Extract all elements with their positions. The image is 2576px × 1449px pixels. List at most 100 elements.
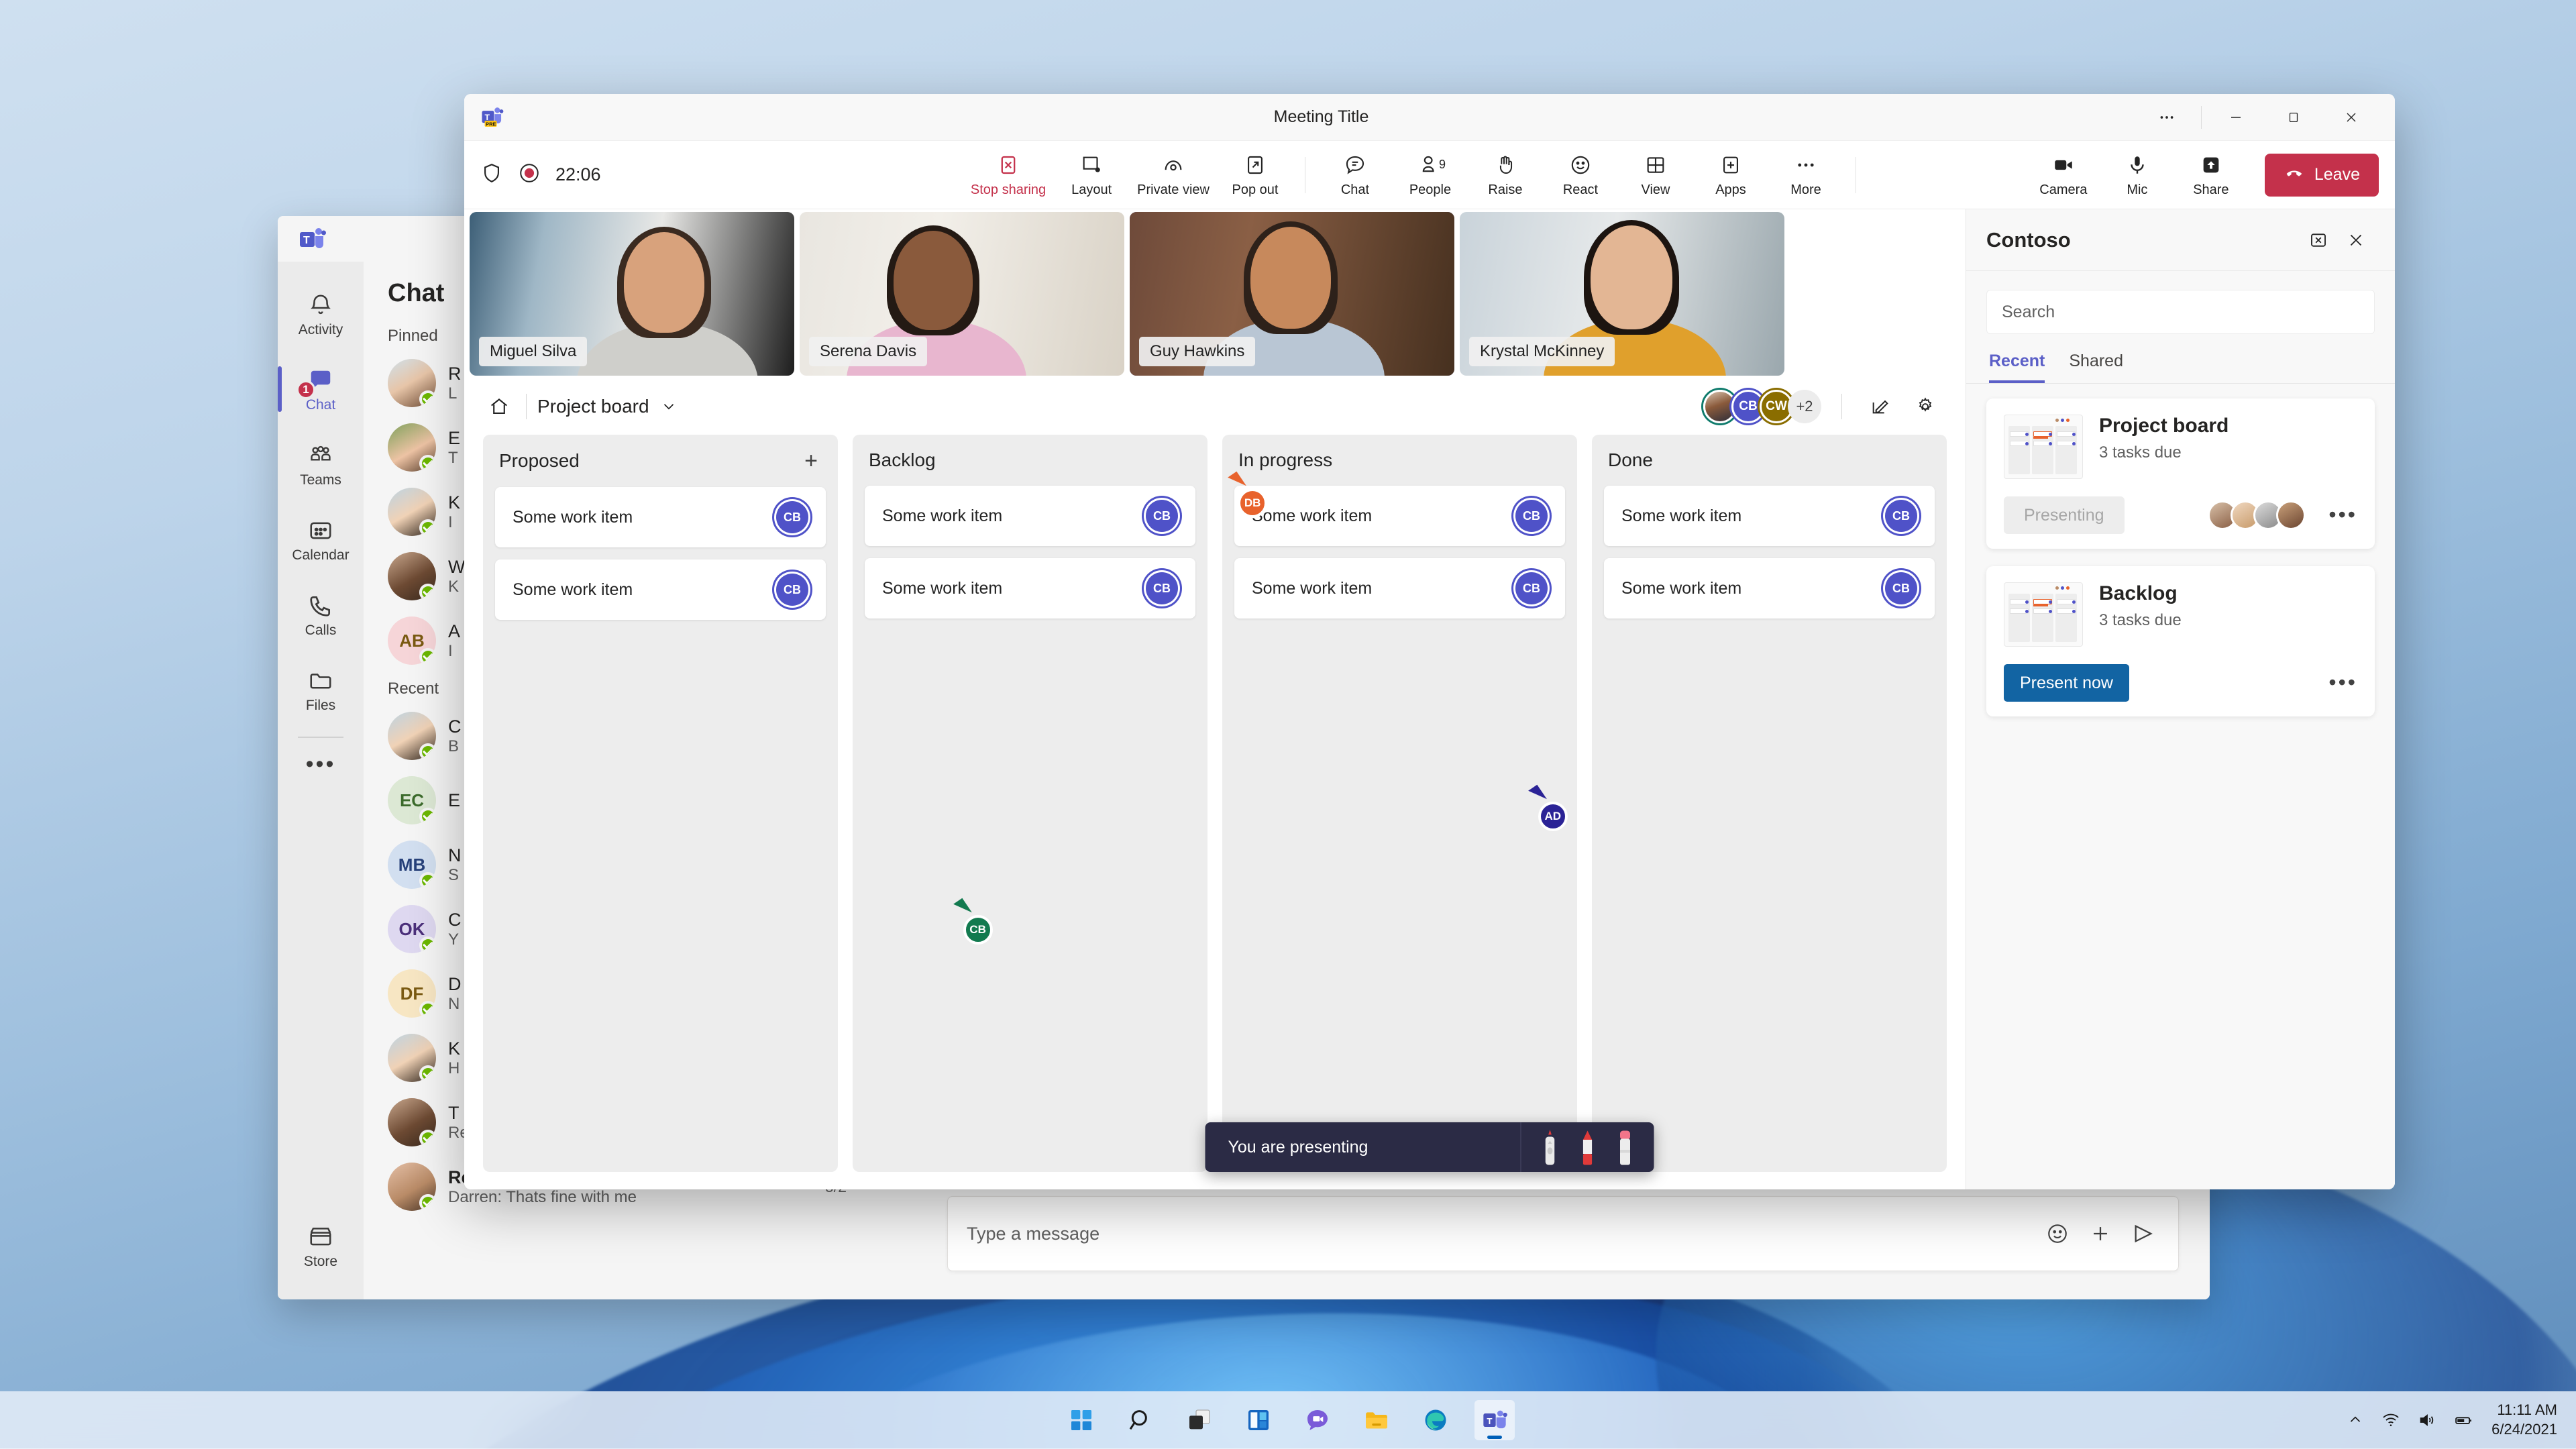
message-input-placeholder[interactable]: Type a message: [967, 1224, 2031, 1244]
chevron-down-icon[interactable]: [660, 398, 678, 415]
work-item-card[interactable]: Some work item CB: [495, 559, 826, 620]
emoji-icon[interactable]: [2041, 1218, 2074, 1250]
start-icon[interactable]: [1061, 1400, 1102, 1440]
sidebar-item-chat[interactable]: 1 Chat: [278, 352, 364, 427]
video-tile[interactable]: Krystal McKinney: [1460, 212, 1784, 376]
layout-button[interactable]: Layout: [1057, 146, 1126, 204]
presenting-status-button[interactable]: Presenting: [2004, 496, 2125, 534]
work-item-card[interactable]: Some work item CB: [1604, 558, 1935, 619]
app-side-panel[interactable]: Contoso Search Recent Shared Project boa…: [1966, 209, 2395, 1189]
sidebar-item-files[interactable]: Files: [278, 652, 364, 727]
collaborator-avatars[interactable]: CB CW +2: [1703, 390, 1821, 423]
add-card-icon[interactable]: +: [799, 449, 823, 472]
avatar[interactable]: [2276, 500, 2306, 530]
app-card[interactable]: Project board 3 tasks due Presenting •••: [1986, 398, 2375, 549]
stop-sharing-button[interactable]: Stop sharing: [965, 146, 1051, 204]
side-panel-tabs[interactable]: Recent Shared: [1966, 334, 2395, 383]
sidebar-item-activity[interactable]: Activity: [278, 276, 364, 352]
add-attachment-icon[interactable]: [2084, 1218, 2116, 1250]
chevron-up-icon[interactable]: [2347, 1411, 2364, 1429]
taskbar-icons[interactable]: T: [1061, 1400, 1515, 1440]
work-item-card[interactable]: Some work item CB: [495, 487, 826, 547]
leave-button[interactable]: Leave: [2264, 153, 2379, 197]
close-icon[interactable]: [2322, 98, 2380, 137]
tab-recent[interactable]: Recent: [1989, 352, 2045, 383]
work-item-card[interactable]: Some work item CB: [865, 558, 1195, 619]
kanban-column[interactable]: Backlog Some work item CB Some work item CB: [853, 435, 1208, 1172]
highlighter-tool[interactable]: [1615, 1130, 1635, 1165]
widgets-icon[interactable]: [1238, 1400, 1279, 1440]
presenting-toolbar[interactable]: You are presenting: [1205, 1122, 1654, 1172]
ink-tools[interactable]: [1520, 1122, 1654, 1172]
sidebar-item-calls[interactable]: Calls: [278, 577, 364, 652]
kanban-column[interactable]: Proposed + Some work item CB Some work item C…: [483, 435, 838, 1172]
teams-icon[interactable]: T: [1474, 1400, 1515, 1440]
camera-button[interactable]: Camera: [2029, 146, 2098, 204]
avatar[interactable]: CB: [1146, 572, 1178, 604]
apps-button[interactable]: Apps: [1696, 146, 1766, 204]
avatar[interactable]: CB: [1885, 500, 1917, 532]
video-tile-strip[interactable]: Miguel Silva Serena Davis Guy Hawkins Kryst…: [464, 209, 1966, 378]
share-edit-icon[interactable]: [1862, 389, 1897, 424]
pop-out-button[interactable]: Pop out: [1220, 146, 1290, 204]
app-rail[interactable]: Activity 1 Chat Teams Calendar Calls Fil…: [278, 262, 364, 1299]
mic-button[interactable]: Mic: [2102, 146, 2172, 204]
avatar-overflow-count[interactable]: +2: [1788, 390, 1821, 423]
laser-pointer-tool[interactable]: [1540, 1130, 1560, 1165]
avatar[interactable]: CB: [1515, 500, 1548, 532]
side-panel-cards[interactable]: Project board 3 tasks due Presenting ••• Bac…: [1966, 384, 2395, 716]
view-button[interactable]: View: [1621, 146, 1690, 204]
video-tile[interactable]: Miguel Silva: [470, 212, 794, 376]
minimize-icon[interactable]: [2207, 98, 2265, 137]
task-view-icon[interactable]: [1179, 1400, 1220, 1440]
raise-hand-button[interactable]: Raise: [1470, 146, 1540, 204]
avatar[interactable]: CB: [1885, 572, 1917, 604]
wifi-icon[interactable]: [2381, 1411, 2400, 1430]
message-compose-box[interactable]: Type a message: [947, 1196, 2179, 1271]
app-card[interactable]: Backlog 3 tasks due Present now •••: [1986, 566, 2375, 716]
battery-icon[interactable]: [2454, 1410, 2474, 1430]
pop-out-icon[interactable]: [2300, 221, 2337, 259]
meeting-toolbar[interactable]: 22:06 Stop sharing Layout Private view P…: [464, 141, 2395, 209]
edge-icon[interactable]: [1415, 1400, 1456, 1440]
share-button[interactable]: Share: [2176, 146, 2246, 204]
work-item-card[interactable]: Some work item CB: [1604, 486, 1935, 546]
kanban-column[interactable]: In progress Some work item CB Some work ite…: [1222, 435, 1577, 1172]
titlebar-more-button[interactable]: [2138, 98, 2196, 137]
more-options-icon[interactable]: •••: [2316, 672, 2357, 693]
windows-taskbar[interactable]: T 11:11 AM 6/24/2021: [0, 1391, 2576, 1449]
video-tile[interactable]: Serena Davis: [800, 212, 1124, 376]
card-participants[interactable]: [2208, 500, 2306, 530]
gear-icon[interactable]: [1908, 389, 1943, 424]
sidebar-item-calendar[interactable]: Calendar: [278, 502, 364, 577]
work-item-card[interactable]: Some work item CB: [1234, 486, 1565, 546]
sidebar-item-teams[interactable]: Teams: [278, 427, 364, 502]
teams-chat-icon[interactable]: [1297, 1400, 1338, 1440]
compose-area[interactable]: Type a message: [947, 1196, 2179, 1271]
maximize-icon[interactable]: [2265, 98, 2322, 137]
video-tile[interactable]: Guy Hawkins: [1130, 212, 1454, 376]
search-input[interactable]: Search: [1986, 290, 2375, 334]
file-explorer-icon[interactable]: [1356, 1400, 1397, 1440]
private-view-button[interactable]: Private view: [1132, 146, 1215, 204]
work-item-card[interactable]: Some work item CB: [865, 486, 1195, 546]
more-options-icon[interactable]: •••: [2316, 504, 2357, 525]
meeting-window[interactable]: T PRE Meeting Title 22:06 Stop sharing L…: [464, 94, 2395, 1189]
work-item-card[interactable]: Some work item CB: [1234, 558, 1565, 619]
present-now-button[interactable]: Present now: [2004, 664, 2129, 702]
avatar[interactable]: CB: [776, 501, 808, 533]
close-icon[interactable]: [2337, 221, 2375, 259]
avatar[interactable]: CB: [776, 574, 808, 606]
send-icon[interactable]: [2127, 1218, 2159, 1250]
kanban-board[interactable]: Proposed + Some work item CB Some work item C…: [464, 435, 1966, 1189]
system-tray[interactable]: 11:11 AM 6/24/2021: [2347, 1401, 2557, 1439]
volume-icon[interactable]: [2418, 1411, 2436, 1430]
tab-shared[interactable]: Shared: [2069, 352, 2123, 383]
meeting-chat-button[interactable]: Chat: [1320, 146, 1390, 204]
avatar[interactable]: CB: [1146, 500, 1178, 532]
pen-tool[interactable]: [1578, 1130, 1598, 1165]
home-icon[interactable]: [483, 390, 515, 423]
search-icon[interactable]: [1120, 1400, 1161, 1440]
more-button[interactable]: More: [1771, 146, 1841, 204]
clock[interactable]: 11:11 AM 6/24/2021: [2491, 1401, 2557, 1439]
